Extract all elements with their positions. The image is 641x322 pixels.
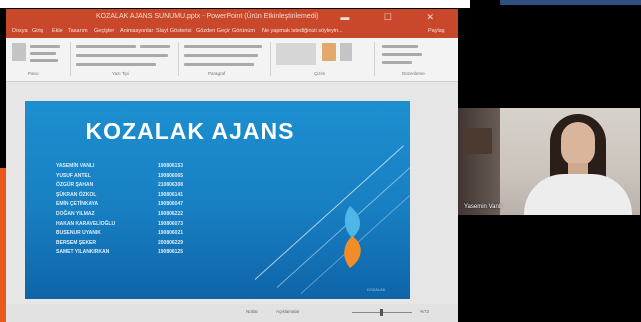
group-label-editing: Düzenleme <box>402 71 425 76</box>
team-list: YASEMİN VANLI 190806153 YUSUF ANTEL 190806… <box>56 163 216 259</box>
ribbon-tabs: Dosya Giriş Ekle Tasarım Geçişler Animas… <box>6 27 458 38</box>
ribbon-group-font: Yazı Tipi <box>74 41 174 77</box>
list-item: ŞÜKRAN ÖZKOL 190806141 <box>56 192 216 202</box>
tab-home[interactable]: Giriş <box>32 28 43 34</box>
kozalak-logo-icon <box>344 206 361 268</box>
person-name: ÖZGÜR ŞAHAN <box>56 182 94 189</box>
tab-design[interactable]: Tasarım <box>68 28 88 34</box>
share-button[interactable]: Paylaş <box>428 28 445 34</box>
zoom-slider-thumb[interactable] <box>380 309 383 316</box>
list-item: ÖZGÜR ŞAHAN 210806308 <box>56 182 216 192</box>
person-number: 190806222 <box>158 210 184 217</box>
quick-styles-icon[interactable] <box>340 43 352 61</box>
tab-review[interactable]: Gözden Geçir <box>196 28 230 34</box>
tab-file[interactable]: Dosya <box>12 28 28 34</box>
zoom-level[interactable]: %72 <box>420 309 429 314</box>
list-item: YASEMİN VANLI 190806153 <box>56 163 216 173</box>
top-blue-strip <box>500 0 641 5</box>
slide-canvas: KOZALAK AJANS YASEMİN VANLI 190806153 YUS… <box>6 82 458 322</box>
ribbon-group-paragraph: Paragraf <box>182 41 266 77</box>
tab-view[interactable]: Görünüm <box>232 28 255 34</box>
person-name: SAMET YILANKIRKAN <box>56 249 110 256</box>
person-name: BERSEM ŞEKER <box>56 239 97 246</box>
person-number: 190806073 <box>158 220 184 227</box>
tab-slide-show[interactable]: Slayt Gösterisi <box>156 28 191 34</box>
person-number: 190806125 <box>158 249 184 256</box>
paste-icon[interactable] <box>12 43 26 61</box>
status-bar: Notlar Açıklamalar %72 <box>6 304 458 322</box>
decorative-line <box>254 145 404 280</box>
shapes-gallery[interactable] <box>276 43 316 65</box>
powerpoint-window: KOZALAK AJANS SUNUMU.pptx - PowerPoint (… <box>6 9 458 322</box>
ribbon: Pano Yazı Tipi Paragraf Çizim Düzenleme <box>6 38 458 82</box>
list-item: YUSUF ANTEL 190806065 <box>56 173 216 183</box>
ribbon-group-drawing: Çizim <box>274 41 370 77</box>
list-item: EMİN ÇETİNKAYA 190806047 <box>56 201 216 211</box>
person-number: 190806141 <box>158 191 184 198</box>
window-controls[interactable]: ▬ ☐ ✕ <box>340 12 450 23</box>
person-name: EMİN ÇETİNKAYA <box>56 201 99 208</box>
person-name: HAKAN KARAVELİOĞLU <box>56 220 116 227</box>
list-item: SAMET YILANKIRKAN 190806125 <box>56 249 216 259</box>
person-name: YUSUF ANTEL <box>56 172 91 179</box>
comments-button[interactable]: Açıklamalar <box>276 309 300 314</box>
title-bar: KOZALAK AJANS SUNUMU.pptx - PowerPoint (… <box>6 9 458 27</box>
window-title: KOZALAK AJANS SUNUMU.pptx - PowerPoint (… <box>96 13 319 20</box>
list-item: BERSEM ŞEKER 200806229 <box>56 240 216 250</box>
group-label-font: Yazı Tipi <box>112 71 129 76</box>
ribbon-group-editing: Düzenleme <box>378 41 454 77</box>
person-name: ŞÜKRAN ÖZKOL <box>56 191 97 198</box>
person-number: 210806308 <box>158 182 184 189</box>
group-label-paragraph: Paragraf <box>208 71 226 76</box>
logo-text: KOZALAK <box>367 287 386 292</box>
slide[interactable]: KOZALAK AJANS YASEMİN VANLI 190806153 YUS… <box>25 101 410 299</box>
group-label-clipboard: Pano <box>28 71 39 76</box>
person-number: 190806065 <box>158 172 184 179</box>
list-item: HAKAN KARAVELİOĞLU 190806073 <box>56 221 216 231</box>
person-name: DOĞAN YILMAZ <box>56 210 95 217</box>
tab-insert[interactable]: Ekle <box>52 28 63 34</box>
person-number: 190806021 <box>158 230 184 237</box>
participant-video-tile: Yasemin Vanlı <box>458 108 640 215</box>
person-name: YASEMİN VANLI <box>56 163 95 169</box>
top-white-strip <box>0 0 470 8</box>
arrange-icon[interactable] <box>322 43 336 61</box>
ribbon-group-clipboard: Pano <box>10 41 66 77</box>
list-item: DOĞAN YILMAZ 190806222 <box>56 211 216 221</box>
participant-name: Yasemin Vanlı <box>464 204 502 210</box>
person-name: BUSENUR UYANIK <box>56 230 101 237</box>
notes-button[interactable]: Notlar <box>246 309 258 314</box>
tab-transitions[interactable]: Geçişler <box>94 28 114 34</box>
tell-me-search[interactable]: Ne yapmak istediğinizi söyleyin... <box>262 28 343 34</box>
list-item: BUSENUR UYANIK 190806021 <box>56 230 216 240</box>
person-number: 190806153 <box>158 163 184 169</box>
tab-animations[interactable]: Animasyonlar <box>120 28 153 34</box>
group-label-drawing: Çizim <box>314 71 326 76</box>
person-number: 190806047 <box>158 201 184 208</box>
slide-title: KOZALAK AJANS <box>85 118 295 144</box>
person-number: 200806229 <box>158 239 184 246</box>
